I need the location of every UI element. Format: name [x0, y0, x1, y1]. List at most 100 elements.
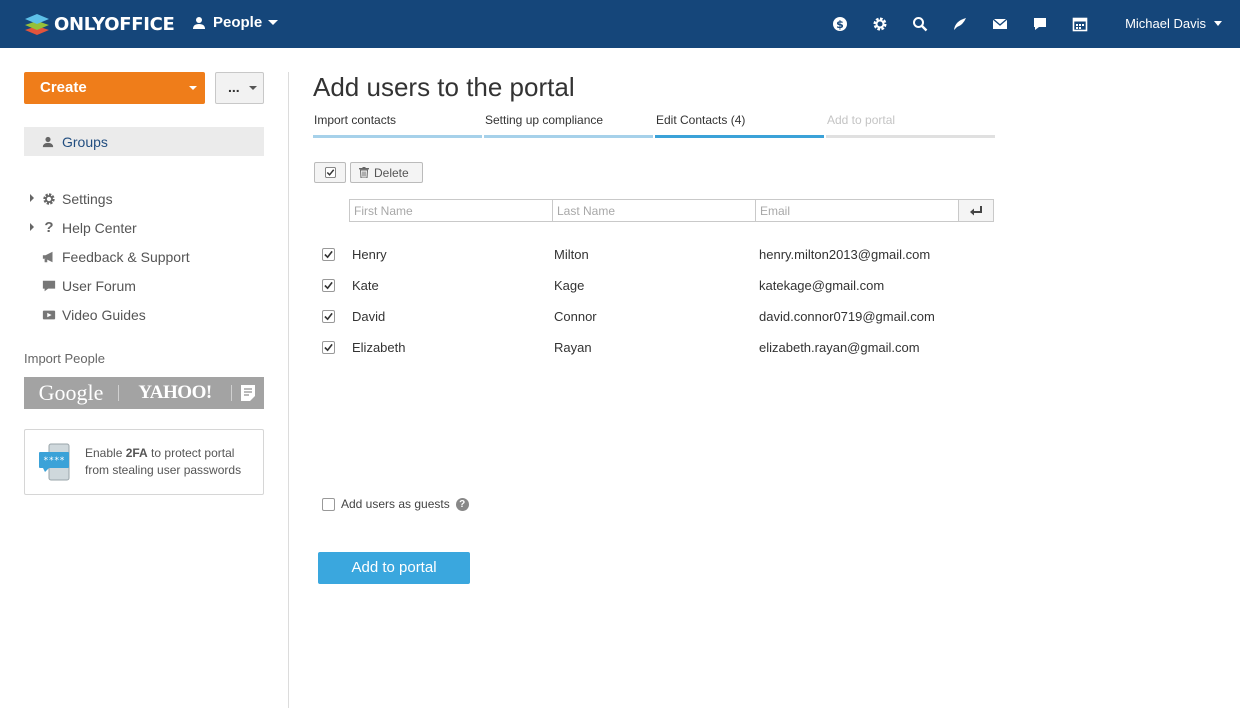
import-people-bar: Google YAHOO!: [24, 377, 264, 409]
contact-last-name: Connor: [554, 309, 597, 324]
contact-email: elizabeth.rayan@gmail.com: [759, 340, 920, 355]
expand-arrow-icon[interactable]: [30, 194, 34, 202]
header-icons: $: [830, 14, 1110, 34]
step-progress-bar: [655, 135, 824, 138]
contact-first-name: Kate: [352, 278, 379, 293]
contact-checkbox[interactable]: [322, 248, 335, 261]
wizard-steps: Import contacts Setting up compliance Ed…: [313, 113, 997, 138]
last-name-field[interactable]: [552, 199, 755, 222]
more-actions-label: ...: [228, 79, 240, 95]
step-setting-up-compliance[interactable]: Setting up compliance: [484, 113, 655, 138]
sidebar-item-user-forum[interactable]: User Forum: [24, 271, 264, 300]
step-label: Import contacts: [314, 113, 397, 127]
more-actions-button[interactable]: ...: [215, 72, 264, 104]
help-icon[interactable]: ?: [455, 497, 469, 511]
logo-layers-icon: [25, 14, 49, 35]
tfa-line2: from stealing user passwords: [85, 463, 242, 477]
sidebar-item-label: Groups: [62, 133, 108, 150]
trash-icon: [359, 167, 369, 178]
talk-icon[interactable]: [1030, 14, 1050, 34]
top-header: ONLYOFFICE People $ Michael Davis: [0, 0, 1240, 48]
import-google-button[interactable]: Google: [24, 380, 118, 406]
delete-button[interactable]: Delete: [350, 162, 423, 183]
person-icon: [42, 136, 54, 147]
add-as-guests-option: Add users as guests ?: [322, 497, 469, 511]
contacts-toolbar: Delete: [314, 162, 423, 183]
add-as-guests-checkbox[interactable]: [322, 497, 335, 511]
billing-icon[interactable]: $: [830, 14, 850, 34]
sidebar-item-settings[interactable]: Settings: [24, 184, 264, 213]
sidebar-item-groups[interactable]: Groups: [24, 127, 264, 156]
list-item: Elizabeth Rayan elizabeth.rayan@gmail.co…: [322, 332, 1022, 363]
chevron-down-icon: [1214, 21, 1222, 26]
contact-email: david.connor0719@gmail.com: [759, 309, 935, 324]
expand-arrow-icon[interactable]: [30, 223, 34, 231]
contact-checkbox[interactable]: [322, 341, 335, 354]
enter-arrow-icon: [970, 205, 982, 215]
contact-first-name: Elizabeth: [352, 340, 406, 355]
checkmark-icon: [324, 312, 333, 321]
checkmark-icon: [324, 250, 333, 259]
add-contact-row: [349, 199, 994, 222]
checkbox-checked-icon: [324, 167, 336, 178]
chevron-down-icon: [189, 86, 197, 90]
checkmark-icon: [324, 343, 333, 352]
calendar-icon[interactable]: [1070, 14, 1090, 34]
search-icon[interactable]: [910, 14, 930, 34]
contact-checkbox[interactable]: [322, 279, 335, 292]
contact-first-name: David: [352, 309, 386, 324]
contact-email: katekage@gmail.com: [759, 278, 885, 293]
video-icon: [42, 308, 56, 322]
sidebar-item-label: Video Guides: [62, 306, 146, 323]
chevron-down-icon: [249, 86, 257, 90]
tfa-prefix: Enable: [85, 446, 126, 460]
two-factor-banner[interactable]: **** Enable 2FA to protect portal from s…: [24, 429, 264, 495]
person-icon: [193, 16, 205, 29]
step-label: Edit Contacts (4): [656, 113, 746, 127]
logo-text: ONLYOFFICE: [54, 13, 175, 35]
step-import-contacts[interactable]: Import contacts: [313, 113, 484, 138]
contact-checkbox[interactable]: [322, 310, 335, 323]
import-people-title: Import People: [24, 351, 105, 366]
sidebar-divider: [288, 72, 289, 708]
document-icon: [241, 385, 255, 401]
contact-email: henry.milton2013@gmail.com: [759, 247, 931, 262]
step-progress-bar: [484, 135, 653, 138]
create-button[interactable]: Create: [24, 72, 205, 104]
add-contact-button[interactable]: [958, 199, 994, 222]
user-menu[interactable]: Michael Davis: [1125, 16, 1222, 31]
chevron-down-icon: [268, 20, 279, 25]
two-factor-text: Enable 2FA to protect portal from steali…: [85, 445, 241, 479]
contact-first-name: Henry: [352, 247, 387, 262]
checkmark-icon: [324, 281, 333, 290]
contacts-list: Henry Milton henry.milton2013@gmail.com …: [322, 239, 1022, 363]
add-to-portal-button[interactable]: Add to portal: [318, 552, 470, 584]
import-file-button[interactable]: [232, 384, 264, 402]
step-add-to-portal: Add to portal: [826, 113, 997, 138]
speech-bubble-icon: [42, 279, 56, 293]
first-name-field[interactable]: [349, 199, 552, 222]
sidebar-menu: Settings ? Help Center Feedback & Suppor…: [24, 184, 264, 329]
page-title: Add users to the portal: [313, 72, 575, 102]
step-progress-bar: [826, 135, 995, 138]
module-switcher[interactable]: People: [192, 14, 279, 31]
tfa-suffix: to protect portal: [147, 446, 235, 460]
question-icon: ?: [44, 219, 54, 236]
onlyoffice-logo[interactable]: ONLYOFFICE: [24, 12, 175, 36]
contact-last-name: Kage: [554, 278, 585, 293]
sidebar-item-feedback[interactable]: Feedback & Support: [24, 242, 264, 271]
contact-last-name: Rayan: [554, 340, 592, 355]
feed-icon[interactable]: [950, 14, 970, 34]
list-item: Kate Kage katekage@gmail.com: [322, 270, 1022, 301]
settings-icon[interactable]: [870, 14, 890, 34]
mail-icon[interactable]: [990, 14, 1010, 34]
sidebar-item-help-center[interactable]: ? Help Center: [24, 213, 264, 242]
sidebar-item-video-guides[interactable]: Video Guides: [24, 300, 264, 329]
import-yahoo-button[interactable]: YAHOO!: [119, 382, 231, 404]
create-button-label: Create: [40, 79, 87, 96]
tfa-bold: 2FA: [125, 446, 148, 460]
email-field[interactable]: [755, 199, 958, 222]
contact-last-name: Milton: [554, 247, 589, 262]
step-edit-contacts[interactable]: Edit Contacts (4): [655, 113, 826, 138]
select-all-checkbox[interactable]: [314, 162, 346, 183]
